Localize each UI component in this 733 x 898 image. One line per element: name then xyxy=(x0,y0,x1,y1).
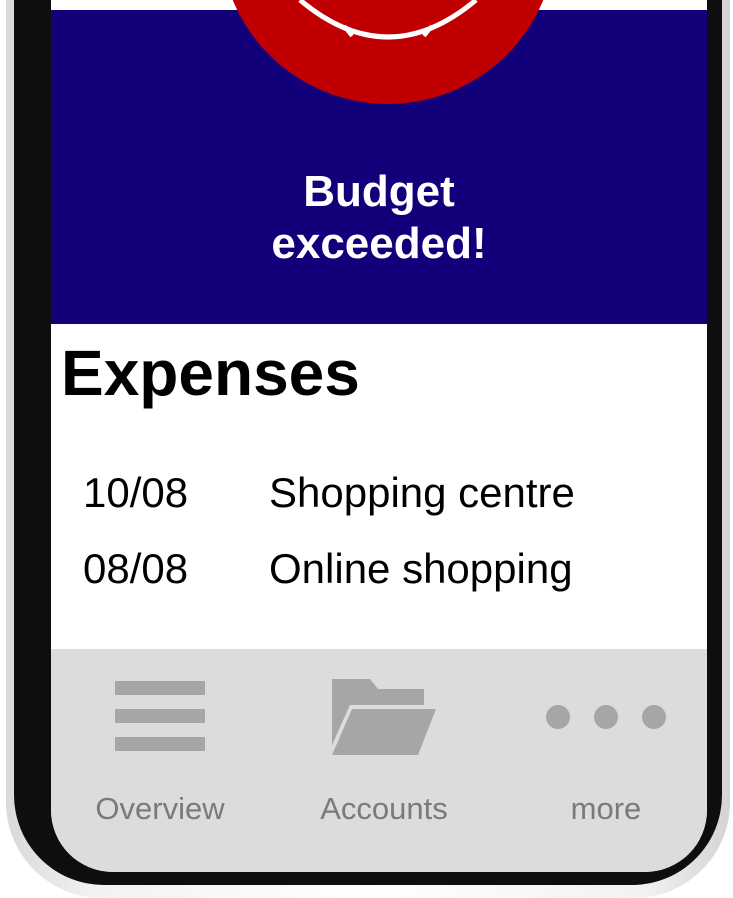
nav-item-more[interactable]: more xyxy=(497,649,707,872)
expense-description: Online shopping xyxy=(269,545,573,592)
expense-row[interactable]: 10/08 Shopping centre xyxy=(83,455,683,531)
nav-label-overview: Overview xyxy=(95,791,225,826)
budget-alert-message: Budget exceeded! xyxy=(51,166,707,270)
bottom-navigation: Overview Accounts more xyxy=(51,649,707,872)
budget-alert-panel: Budget exceeded! xyxy=(51,0,707,324)
alert-line-1: Budget xyxy=(303,167,455,216)
alert-icon-glyph xyxy=(298,0,478,40)
nav-label-accounts: Accounts xyxy=(320,791,448,826)
expense-row[interactable]: 08/08 Online shopping xyxy=(83,531,683,607)
expense-description: Shopping centre xyxy=(269,469,575,516)
nav-item-accounts[interactable]: Accounts xyxy=(275,649,493,872)
more-dots-icon xyxy=(497,675,707,765)
nav-item-overview[interactable]: Overview xyxy=(51,649,269,872)
expense-date: 08/08 xyxy=(83,545,189,592)
expense-date: 10/08 xyxy=(83,469,189,516)
expense-list: 10/08 Shopping centre 08/08 Online shopp… xyxy=(83,455,683,607)
phone-screen: Budget exceeded! Expenses 10/08 Shopping… xyxy=(51,0,707,872)
app-screenshot: Budget exceeded! Expenses 10/08 Shopping… xyxy=(0,0,733,898)
menu-icon xyxy=(51,675,269,765)
alert-icon xyxy=(220,0,556,104)
expenses-title: Expenses xyxy=(61,337,360,409)
alert-line-2: exceeded! xyxy=(271,219,487,268)
nav-label-more: more xyxy=(570,791,642,826)
folder-icon xyxy=(275,675,493,765)
